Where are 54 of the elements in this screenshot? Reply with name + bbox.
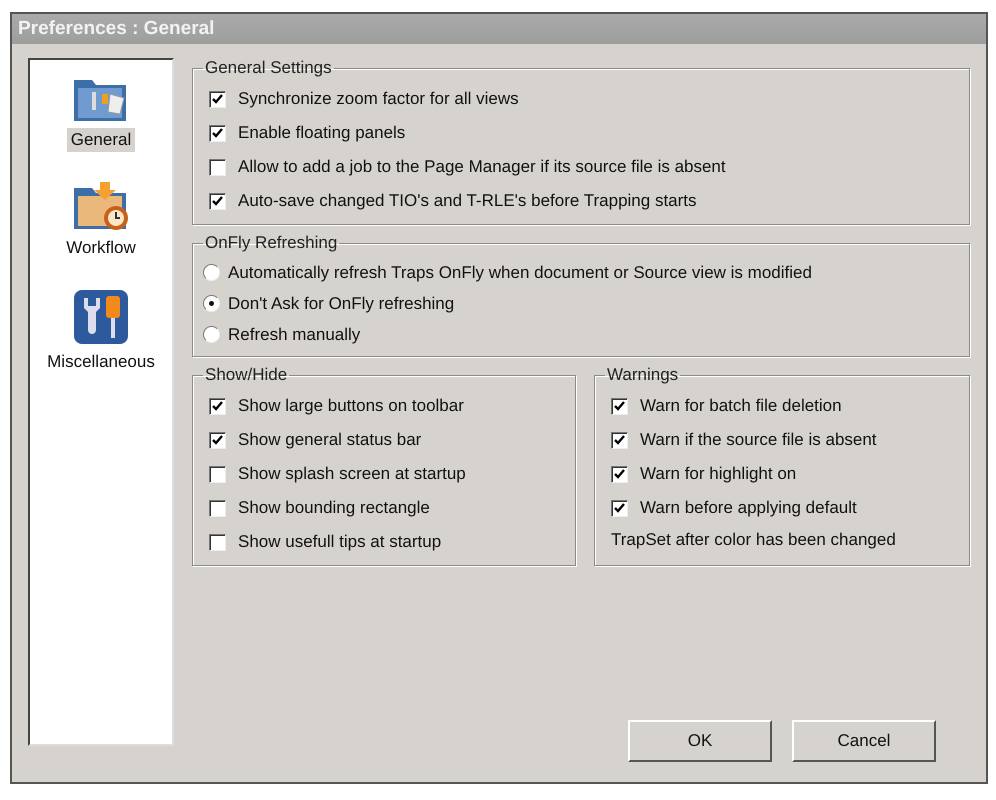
radio-button[interactable]	[203, 326, 220, 343]
checkbox[interactable]	[209, 124, 226, 142]
radio-option[interactable]: Don't Ask for OnFly refreshing	[203, 288, 959, 319]
sidebar-item[interactable]: Workflow	[62, 236, 140, 260]
check-icon	[614, 503, 625, 513]
check-icon	[614, 469, 625, 479]
checkbox-option[interactable]: Auto-save changed TIO's and T-RLE's before Trapping starts	[209, 184, 959, 218]
radio-option[interactable]: Automatically refresh Traps OnFly when document or Source view is modified	[203, 257, 959, 288]
checkbox[interactable]	[209, 534, 226, 550]
sidebar-item[interactable]: General	[66, 128, 136, 152]
checkbox[interactable]	[209, 398, 226, 414]
checkbox[interactable]	[611, 500, 628, 516]
checkbox-option[interactable]: Allow to add a job to the Page Manager if its source file is absent	[209, 150, 959, 184]
checkbox-option[interactable]: Show general status bar	[209, 423, 565, 457]
checkbox[interactable]	[611, 466, 628, 482]
checkbox[interactable]	[209, 466, 226, 482]
group-title: Warnings	[606, 365, 680, 385]
checkbox[interactable]	[209, 432, 226, 448]
check-icon	[212, 128, 223, 138]
ok-button[interactable]: OK	[628, 720, 772, 762]
radio-option[interactable]: Refresh manually	[203, 319, 959, 350]
checkbox-option[interactable]: Show splash screen at startup	[209, 457, 565, 491]
check-icon	[614, 435, 625, 445]
radio-button[interactable]	[203, 295, 220, 312]
checkbox-option[interactable]: Warn before applying default	[611, 491, 959, 525]
wrench-screwdriver-icon	[72, 288, 130, 346]
checkbox-option[interactable]: Warn for highlight on	[611, 457, 959, 491]
folder-clock-icon	[72, 180, 130, 232]
sidebar-item[interactable]: Miscellaneous	[43, 350, 159, 374]
warning-note: TrapSet after color has been changed	[611, 529, 897, 551]
checkbox[interactable]	[209, 500, 226, 516]
checkbox[interactable]	[611, 432, 628, 448]
checkbox-option[interactable]: Enable floating panels	[209, 116, 959, 150]
checkbox[interactable]	[209, 192, 226, 210]
checkbox-option[interactable]: Synchronize zoom factor for all views	[209, 82, 959, 116]
check-icon	[212, 435, 223, 445]
checkbox-option[interactable]: Show large buttons on toolbar	[209, 389, 565, 423]
group-title: General Settings	[204, 58, 333, 78]
check-icon	[212, 196, 223, 206]
group-title: OnFly Refreshing	[204, 233, 338, 253]
cancel-button[interactable]: Cancel	[792, 720, 936, 762]
radio-button[interactable]	[203, 264, 220, 281]
checkbox[interactable]	[209, 158, 226, 176]
checkbox[interactable]	[611, 398, 628, 414]
check-icon	[614, 401, 625, 411]
checkbox[interactable]	[209, 90, 226, 108]
window-title: Preferences : General	[12, 14, 986, 44]
checkbox-option[interactable]: Warn if the source file is absent	[611, 423, 959, 457]
check-icon	[212, 401, 223, 411]
check-icon	[212, 94, 223, 104]
checkbox-option[interactable]: Show bounding rectangle	[209, 491, 565, 525]
checkbox-option[interactable]: Show usefull tips at startup	[209, 525, 565, 559]
checkbox-option[interactable]: Warn for batch file deletion	[611, 389, 959, 423]
group-title: Show/Hide	[204, 365, 288, 385]
